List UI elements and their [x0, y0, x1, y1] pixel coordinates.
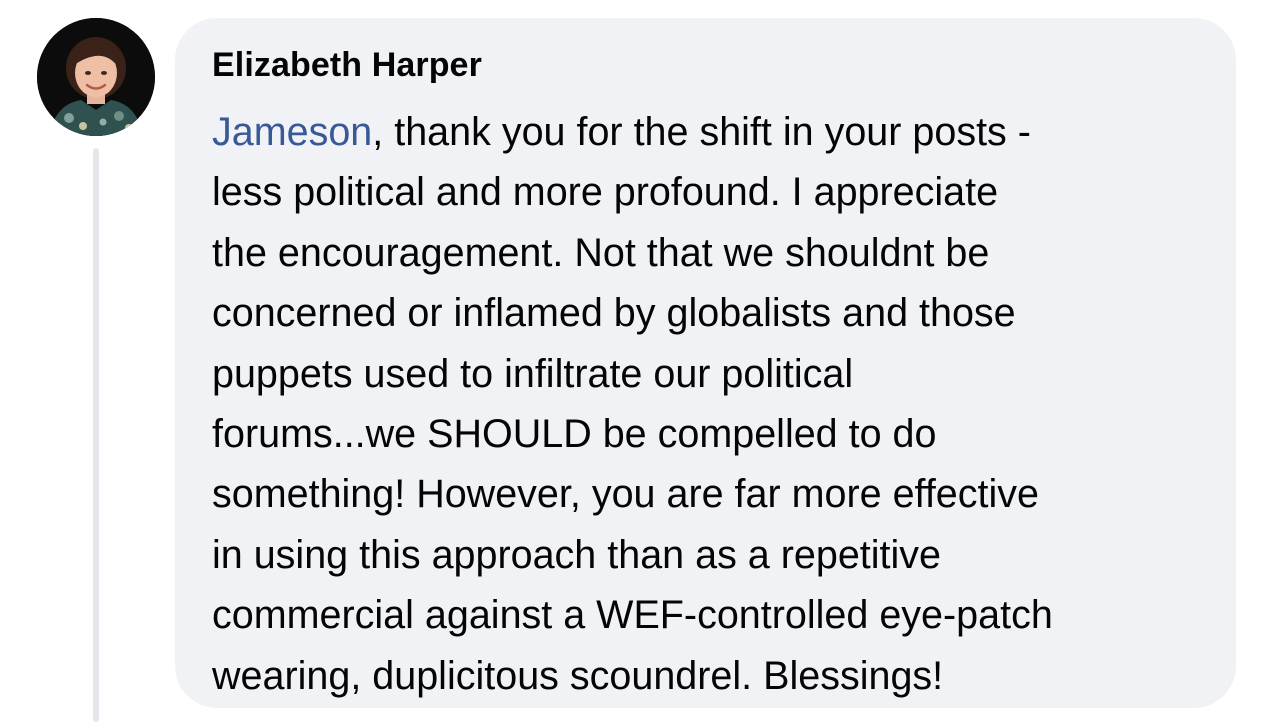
avatar[interactable]: [37, 18, 155, 136]
mention-link[interactable]: Jameson: [212, 110, 372, 154]
comment: Elizabeth Harper Jameson, thank you for …: [0, 0, 1284, 722]
comment-bubble: Elizabeth Harper Jameson, thank you for …: [175, 18, 1236, 708]
comment-body-text: , thank you for the shift in your posts …: [212, 110, 1053, 698]
thread-line: [93, 148, 99, 722]
comment-text: Jameson, thank you for the shift in your…: [212, 102, 1216, 706]
comment-author[interactable]: Elizabeth Harper: [212, 44, 1216, 86]
profile-photo-icon: [37, 18, 155, 136]
